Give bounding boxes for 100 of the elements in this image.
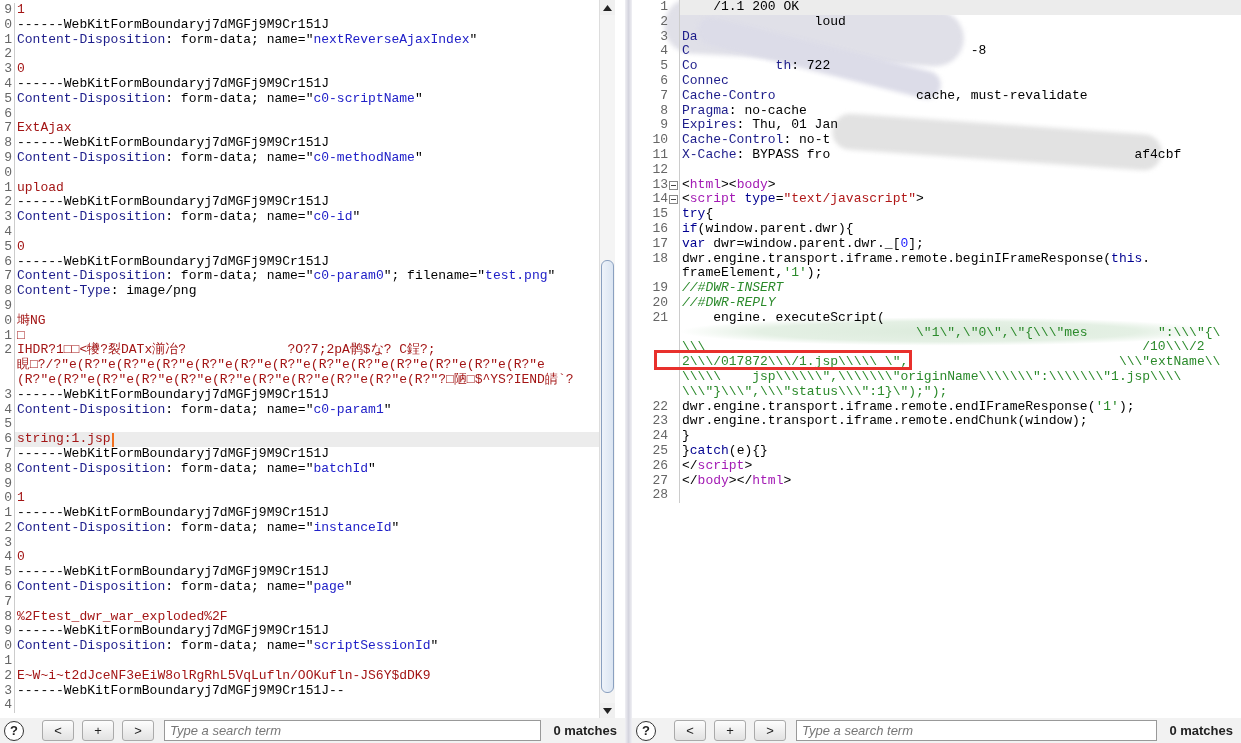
code-line: Content-Disposition: form-data; name="batchId" bbox=[16, 461, 377, 477]
code-line: Content-Disposition: form-data; name="page" bbox=[16, 580, 354, 595]
line-number: 21 bbox=[651, 310, 668, 327]
line-number: 8 bbox=[0, 284, 15, 299]
code-line: Content-Disposition: form-data; name="c0-param0"; filename="test.png" bbox=[16, 269, 557, 285]
code-line: Content-Disposition: form-data; name="c0-methodName" bbox=[16, 150, 424, 166]
line-number: 0 bbox=[0, 313, 15, 329]
line-number: 2 bbox=[659, 14, 668, 30]
line-number: 0 bbox=[0, 17, 15, 33]
line-number: 0 bbox=[0, 639, 15, 655]
line-number: 26 bbox=[651, 458, 668, 474]
line-number: 8 bbox=[0, 136, 15, 151]
code-line: if(window.parent.dwr){ bbox=[681, 221, 855, 237]
line-number: 5 bbox=[0, 91, 15, 107]
line-number: 10 bbox=[651, 133, 668, 148]
code-line: dwr.engine.transport.iframe.remote.endChunk(window); bbox=[681, 414, 1089, 430]
code-line: 0 bbox=[16, 550, 26, 566]
line-number: 7 bbox=[659, 88, 668, 104]
code-line: ExtAjax bbox=[16, 121, 73, 137]
code-line: 1 bbox=[16, 3, 26, 18]
line-number: 18 bbox=[651, 251, 668, 268]
line-number: 19 bbox=[651, 281, 668, 296]
code-line: ------WebKitFormBoundaryj7dMGFj9M9Cr151J bbox=[16, 387, 331, 403]
code-line: IHDR?1□□<犪?裂DATx湔冶? ?O?7;2pA鹘$な? C鋥?; 睍□?/?"e(R?"e(R?"e(R?"e(R?"e(R?"e(R?"e(R?"e(R?"e(R?"e(R?"e(R?"e(R?"e (R?"e(R?"e(R?"e(R?"e(R?"e(R?"e(R?"e(R?"e(R?"e(R?"e(R?"?□陋□$^YS?IEND皘`? bbox=[16, 343, 575, 388]
code-line: } bbox=[681, 429, 691, 444]
code-line: Da bbox=[681, 29, 699, 45]
line-number: 6 bbox=[659, 74, 668, 89]
code-line: Content-Disposition: form-data; name="c0-scriptName" bbox=[16, 91, 424, 107]
match-count: 0 matches bbox=[1169, 723, 1233, 738]
code-line: 1 bbox=[16, 491, 26, 507]
help-button[interactable]: ? bbox=[636, 720, 656, 741]
scrollbar-thumb[interactable] bbox=[601, 260, 614, 693]
code-line: %2Ftest_dwr_war_exploded%2F bbox=[16, 609, 229, 625]
line-number: 8 bbox=[0, 609, 15, 625]
code-line: C -8 bbox=[681, 44, 988, 60]
line-number: 1 bbox=[0, 180, 15, 196]
line-number: 6 bbox=[0, 106, 15, 122]
code-line: upload bbox=[16, 180, 65, 196]
search-nav-button[interactable]: + bbox=[714, 720, 746, 741]
code-line: Content-Disposition: form-data; name="c0-param1" bbox=[16, 402, 393, 418]
line-number: 4 bbox=[0, 698, 15, 714]
search-nav-button[interactable]: < bbox=[674, 720, 706, 741]
line-number: 13 bbox=[651, 177, 668, 193]
line-number: 3 bbox=[0, 210, 15, 225]
line-number: 8 bbox=[659, 103, 668, 119]
line-number: 3 bbox=[0, 683, 15, 699]
line-number: 28 bbox=[651, 488, 668, 504]
line-number: 4 bbox=[0, 402, 15, 418]
line-number: 25 bbox=[651, 443, 668, 459]
code-line: </script> bbox=[681, 458, 754, 474]
line-number: 7 bbox=[0, 121, 15, 137]
code-line: E~W~i~t2dJceNF3eEiW8olRgRhL5VqLufln/OOKufln-JS6Y$dDK9 bbox=[16, 668, 432, 684]
collapse-icon[interactable] bbox=[669, 180, 678, 190]
scroll-up-button[interactable] bbox=[600, 0, 615, 15]
collapse-icon[interactable] bbox=[669, 195, 678, 205]
line-number: 9 bbox=[659, 118, 668, 134]
code-line: Content-Disposition: form-data; name="nextReverseAjaxIndex" bbox=[16, 32, 479, 48]
search-nav-button[interactable]: + bbox=[82, 720, 114, 741]
code-line: Connec bbox=[681, 74, 730, 89]
code-line: ------WebKitFormBoundaryj7dMGFj9M9Cr151J bbox=[16, 254, 331, 270]
code-line: ------WebKitFormBoundaryj7dMGFj9M9Cr151J-- bbox=[16, 683, 346, 699]
line-number: 1 bbox=[0, 32, 15, 48]
line-number: 8 bbox=[0, 461, 15, 477]
line-number: 2 bbox=[0, 343, 15, 388]
line-number: 22 bbox=[651, 399, 668, 415]
line-number: 1 bbox=[0, 506, 15, 521]
code-line: Content-Disposition: form-data; name="scriptSessionId" bbox=[16, 639, 440, 655]
code-line: dwr.engine.transport.iframe.remote.endIFrameResponse('1'); bbox=[681, 399, 1136, 415]
line-number: 1 bbox=[0, 654, 15, 669]
line-number: 9 bbox=[0, 150, 15, 166]
code-line: var dwr=window.parent.dwr._[0]; bbox=[681, 236, 925, 252]
line-number: 5 bbox=[0, 565, 15, 581]
scroll-down-button[interactable] bbox=[600, 703, 615, 718]
search-field[interactable]: Type a search term bbox=[796, 720, 1158, 741]
line-number: 3 bbox=[0, 62, 15, 77]
code-line: //#DWR-INSERT bbox=[681, 281, 785, 296]
line-number: 6 bbox=[0, 254, 15, 270]
code-line: ------WebKitFormBoundaryj7dMGFj9M9Cr151J bbox=[16, 136, 331, 151]
search-nav-button[interactable]: > bbox=[122, 720, 154, 741]
match-count: 0 matches bbox=[553, 723, 617, 738]
line-number: 6 bbox=[0, 580, 15, 595]
search-nav-button[interactable]: < bbox=[42, 720, 74, 741]
line-number: 9 bbox=[0, 476, 15, 492]
search-field[interactable]: Type a search term bbox=[164, 720, 542, 741]
line-number: 9 bbox=[0, 3, 15, 18]
code-line: Co th: 722 bbox=[681, 59, 832, 74]
code-line: X-Cache: BYPASS fro af4cbf bbox=[681, 147, 1183, 163]
line-number: 4 bbox=[0, 224, 15, 240]
line-number: 12 bbox=[651, 162, 668, 178]
search-nav-button[interactable]: > bbox=[754, 720, 786, 741]
line-number: 2 bbox=[0, 195, 15, 211]
code-line: </body></html> bbox=[681, 473, 793, 489]
code-line: 0 bbox=[16, 62, 26, 77]
code-line: Content-Disposition: form-data; name="instanceId" bbox=[16, 520, 401, 536]
line-number: 2 bbox=[0, 520, 15, 536]
line-number: 5 bbox=[659, 59, 668, 74]
code-line: <html><body> bbox=[681, 177, 777, 193]
line-number: 20 bbox=[651, 295, 668, 311]
help-button[interactable]: ? bbox=[4, 720, 24, 741]
code-line: loud bbox=[813, 14, 847, 30]
